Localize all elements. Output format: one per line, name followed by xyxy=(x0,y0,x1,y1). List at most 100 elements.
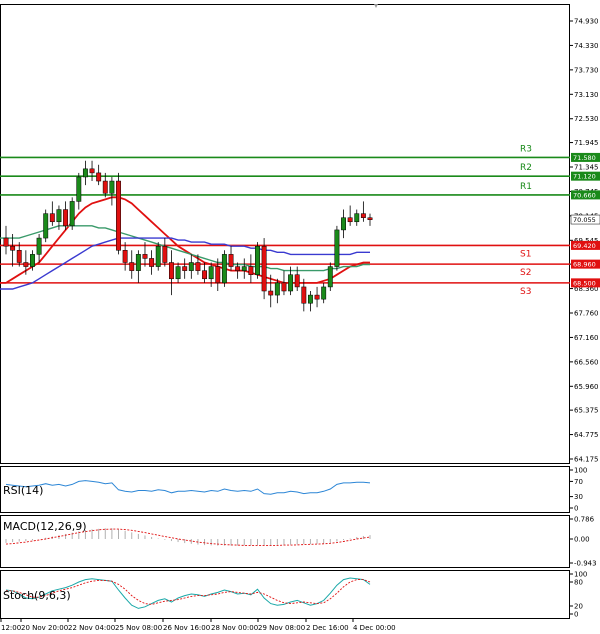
candle-body xyxy=(16,250,22,263)
candle-body xyxy=(221,254,227,284)
candle-body xyxy=(102,180,108,194)
levels: R3 71.580 R2 71.120 R1 70.660 S1 69.420 S2 68.960… xyxy=(0,144,600,297)
y-tick-label: 0.786 xyxy=(574,516,595,524)
x-axis: 12:00 20 Nov 20:00 22 Nov 04:00 25 Nov 08:0… xyxy=(0,618,396,632)
y-tick-label: 20 xyxy=(574,603,583,611)
x-tick-label: 26 Nov 16:00 xyxy=(163,624,210,632)
level-tag-label-s2: 68.960 xyxy=(573,261,596,269)
candle-body xyxy=(56,209,62,223)
candle-body xyxy=(82,168,88,178)
level-tag-label-r2: 71.120 xyxy=(573,173,596,181)
candle-body xyxy=(182,266,188,271)
level-name-r1: R1 xyxy=(520,182,532,192)
candle-body xyxy=(10,245,16,251)
x-tick-label: 29 Nov 08:00 xyxy=(258,624,305,632)
x-tick-label: 4 Dec 00:00 xyxy=(353,624,396,632)
y-tick-label: 0.00 xyxy=(574,536,590,544)
level-name-s1: S1 xyxy=(520,249,531,259)
candle-body xyxy=(248,266,254,275)
panel-frame-stoch xyxy=(0,570,570,619)
y-tick-label: 0 xyxy=(574,505,578,513)
y-tick-label: 30 xyxy=(574,493,583,501)
candle-body xyxy=(314,294,320,300)
macd-y-axis: 0.786 0.00 -0.943 xyxy=(569,516,597,568)
candle-body xyxy=(367,217,373,220)
y-tick-label: 71.945 xyxy=(574,139,599,147)
y-tick-label: 80 xyxy=(574,579,583,587)
candles xyxy=(3,160,373,312)
candle-body xyxy=(334,229,340,267)
y-tick-label: 100 xyxy=(574,467,587,475)
y-tick-label: 67.160 xyxy=(574,334,599,342)
y-tick-label: 64.775 xyxy=(574,431,599,439)
candle-body xyxy=(89,168,95,174)
candle-body xyxy=(202,270,207,280)
candle-body xyxy=(281,282,287,292)
stoch-title: Stoch(9,6,3) xyxy=(3,589,71,602)
candle-body xyxy=(208,266,214,280)
candle-body xyxy=(142,254,148,259)
y-tick-label: 0 xyxy=(574,611,578,619)
candle-body xyxy=(96,172,102,182)
panel-frame-price xyxy=(0,4,570,464)
candle-body xyxy=(155,245,161,267)
candle-body xyxy=(307,294,313,304)
candle-body xyxy=(129,262,135,271)
x-tick-label: 25 Nov 08:00 xyxy=(115,624,162,632)
candle-body xyxy=(354,213,360,223)
y-tick-label: 71.345 xyxy=(574,164,599,172)
candle-body xyxy=(195,262,201,271)
x-tick-label: 22 Nov 04:00 xyxy=(68,624,115,632)
level-tag-label-s3: 68.500 xyxy=(573,279,596,287)
candle-body xyxy=(341,217,346,231)
macd-title: MACD(12,26,9) xyxy=(3,520,87,533)
rsi-y-axis: 100 70 30 0 xyxy=(569,467,587,513)
level-name-s2: S2 xyxy=(520,268,531,278)
candle-body xyxy=(169,262,174,280)
candle-body xyxy=(36,237,42,255)
x-tick-label: 20 Nov 20:00 xyxy=(21,624,68,632)
y-tick-label: 73.730 xyxy=(574,66,599,74)
level-name-s3: S3 xyxy=(520,287,531,297)
y-tick-label: 65.375 xyxy=(574,407,599,415)
rsi-line xyxy=(5,480,371,495)
x-tick-label: 12:00 xyxy=(1,624,21,632)
candle-body xyxy=(175,266,181,280)
level-name-r3: R3 xyxy=(520,144,532,154)
candle-body xyxy=(215,266,221,284)
level-tag-label-s1: 69.420 xyxy=(573,242,596,250)
candle-body xyxy=(122,250,128,263)
y-tick-label: 70 xyxy=(574,478,583,486)
candle-body xyxy=(69,201,75,227)
candle-body xyxy=(149,258,155,267)
y-tick-label: 64.175 xyxy=(574,456,599,464)
candle-body xyxy=(228,254,234,267)
candle-body xyxy=(3,237,9,247)
candle-body xyxy=(63,209,69,227)
candle-body xyxy=(162,245,168,263)
x-tick-label: 2 Dec 16:00 xyxy=(306,624,349,632)
rsi-title: RSI(14) xyxy=(3,484,43,497)
candle-body xyxy=(327,266,333,288)
y-tick-label: 67.760 xyxy=(574,310,599,318)
level-name-r2: R2 xyxy=(520,163,532,173)
candle-body xyxy=(255,245,260,275)
candle-body xyxy=(43,213,49,239)
candle-body xyxy=(321,286,327,300)
candle-body xyxy=(274,282,280,296)
last-price-label: 70.055 xyxy=(573,216,596,224)
candle-body xyxy=(288,274,294,292)
candle-body xyxy=(347,217,353,223)
candle-body xyxy=(188,262,194,271)
y-tick-label: 74.930 xyxy=(574,18,599,26)
y-tick-label: 73.130 xyxy=(574,91,599,99)
candle-body xyxy=(241,266,247,271)
level-tag-label-r1: 70.660 xyxy=(573,191,596,199)
forex-chart: 74.930 74.330 73.730 73.130 72.530 71.945 71.3… xyxy=(0,4,600,632)
y-tick-label: 65.960 xyxy=(574,383,599,391)
y-tick-label: 74.330 xyxy=(574,42,599,50)
candle-body xyxy=(23,262,29,267)
candle-body xyxy=(268,290,274,296)
price-y-axis: 74.930 74.330 73.730 73.130 72.530 71.945 71.3… xyxy=(569,18,599,464)
candle-body xyxy=(49,213,55,223)
